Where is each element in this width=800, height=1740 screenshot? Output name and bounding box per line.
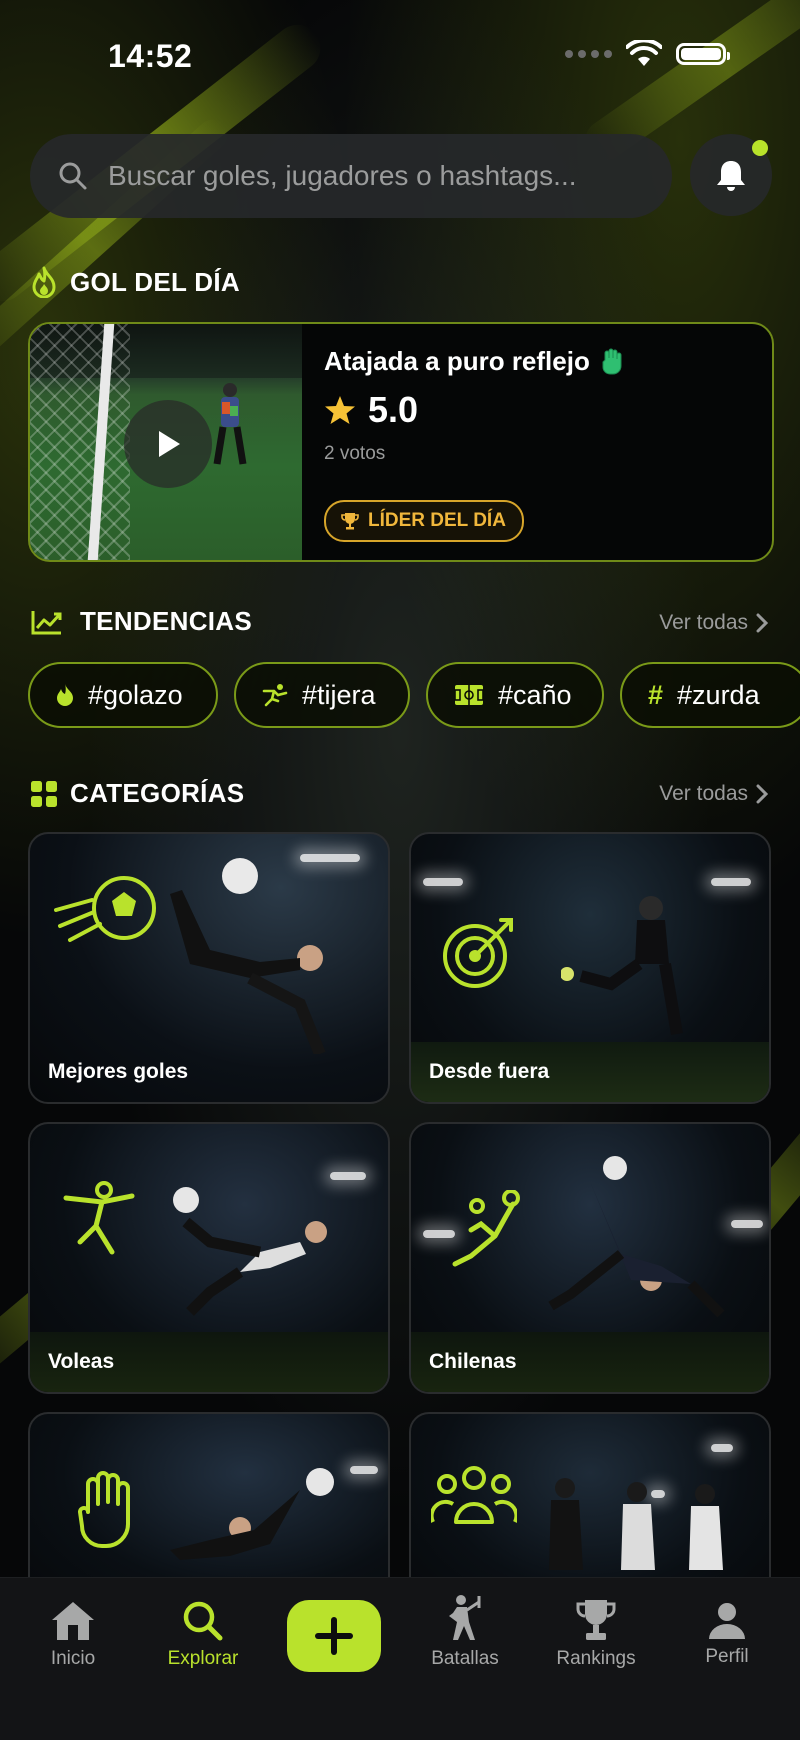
- player-silhouette: [173, 1187, 327, 1316]
- player-silhouette: [561, 896, 683, 1036]
- notification-dot: [752, 140, 768, 156]
- categories-header: CATEGORÍAS: [30, 778, 244, 809]
- hashtag-chip[interactable]: #caño: [426, 662, 604, 728]
- status-time: 14:52: [108, 38, 193, 74]
- flame-icon: [32, 266, 56, 298]
- player-figure: [213, 383, 247, 465]
- signal-icon: [565, 50, 612, 58]
- nav-item-profile[interactable]: Perfil: [672, 1602, 782, 1668]
- hashtag-chip[interactable]: #golazo: [28, 662, 218, 728]
- bottom-navigation: Inicio Explorar Batallas Rankings Perfil: [0, 1577, 800, 1740]
- target-icon: [443, 918, 513, 988]
- hashtag-label: #golazo: [88, 679, 183, 710]
- player-silhouette: [170, 1468, 334, 1560]
- play-button[interactable]: [124, 400, 212, 488]
- trends-see-all-link[interactable]: Ver todas: [659, 611, 768, 635]
- bell-icon: [717, 161, 745, 191]
- hashtag-chip[interactable]: #tijera: [234, 662, 410, 728]
- category-card[interactable]: Voleas: [28, 1122, 390, 1394]
- see-all-label: Ver todas: [659, 782, 748, 805]
- player-silhouette: [549, 1478, 723, 1570]
- category-label: Voleas: [48, 1350, 115, 1373]
- see-all-label: Ver todas: [659, 611, 748, 634]
- create-post-button[interactable]: [287, 1600, 381, 1672]
- nav-item-battles[interactable]: Batallas: [410, 1594, 520, 1670]
- flame-icon: [57, 684, 73, 706]
- goalkeeper-glove-icon: [78, 1471, 130, 1548]
- hashtag-label: #caño: [498, 679, 572, 710]
- goal-of-day-header: GOL DEL DÍA: [30, 266, 240, 298]
- trends-header: TENDENCIAS: [30, 606, 252, 637]
- hashtag-chip[interactable]: # #zurda: [620, 662, 800, 728]
- goal-title: Atajada a puro reflejo: [324, 346, 590, 376]
- section-title: TENDENCIAS: [80, 606, 253, 636]
- trophy-icon: [576, 1600, 616, 1640]
- nav-label: Inicio: [50, 1648, 96, 1669]
- player-silhouette: [548, 1156, 725, 1318]
- pitch-icon: [454, 685, 484, 705]
- grid-icon: [31, 780, 57, 807]
- hashtag-label: #tijera: [302, 679, 376, 710]
- search-input[interactable]: [106, 159, 650, 193]
- section-title: CATEGORÍAS: [70, 778, 245, 808]
- category-card[interactable]: Mejores goles: [28, 832, 390, 1104]
- rating-value: 5.0: [368, 389, 419, 430]
- category-card[interactable]: Desde fuera: [409, 832, 771, 1104]
- leader-badge: LÍDER DEL DÍA: [324, 500, 524, 542]
- kick-icon: [262, 684, 288, 707]
- category-label: Mejores goles: [48, 1060, 189, 1083]
- battle-icon: [449, 1595, 481, 1640]
- nav-item-home[interactable]: Inicio: [18, 1600, 128, 1670]
- nav-label: Explorar: [167, 1648, 239, 1669]
- chevron-right-icon: [756, 613, 768, 633]
- category-label: Desde fuera: [429, 1060, 550, 1083]
- hash-icon: #: [648, 679, 664, 710]
- play-icon: [159, 431, 180, 457]
- glove-icon: [602, 348, 622, 374]
- trend-chart-icon: [31, 610, 62, 634]
- notifications-button[interactable]: [690, 134, 772, 216]
- goal-of-day-card[interactable]: Atajada a puro reflejo 5.0 2 votos LÍDER…: [28, 322, 774, 562]
- nav-item-explore[interactable]: Explorar: [148, 1600, 258, 1670]
- nav-label: Batallas: [431, 1648, 499, 1669]
- wifi-icon: [626, 40, 662, 66]
- team-icon: [431, 1466, 517, 1524]
- star-icon: [325, 396, 355, 424]
- bicycle-kick-icon: [452, 1190, 520, 1267]
- volley-player-icon: [63, 1181, 135, 1255]
- hashtag-list: #golazo #tijera #caño # #zurda: [28, 662, 800, 728]
- person-icon: [709, 1603, 745, 1639]
- chevron-right-icon: [756, 784, 768, 804]
- rating: 5.0: [324, 389, 772, 431]
- category-label: Chilenas: [429, 1350, 517, 1373]
- status-icons: [565, 40, 730, 68]
- plus-icon: [315, 1617, 353, 1655]
- home-icon: [52, 1602, 94, 1640]
- nav-label: Rankings: [556, 1648, 636, 1669]
- category-card[interactable]: Chilenas: [409, 1122, 771, 1394]
- categories-see-all-link[interactable]: Ver todas: [659, 782, 768, 806]
- hashtag-label: #zurda: [677, 679, 760, 710]
- video-thumbnail[interactable]: [30, 324, 302, 560]
- section-title: GOL DEL DÍA: [70, 266, 240, 297]
- trophy-icon: [341, 513, 359, 530]
- battery-icon: [676, 43, 730, 65]
- search-bar[interactable]: [30, 134, 672, 218]
- player-silhouette: [170, 858, 326, 1054]
- flying-ball-icon: [54, 876, 156, 942]
- nav-item-rankings[interactable]: Rankings: [541, 1598, 651, 1670]
- leader-badge-label: LÍDER DEL DÍA: [368, 510, 506, 531]
- search-icon: [59, 162, 87, 190]
- nav-label: Perfil: [705, 1646, 749, 1667]
- search-icon: [183, 1601, 223, 1641]
- votes-count: 2 votos: [324, 443, 386, 464]
